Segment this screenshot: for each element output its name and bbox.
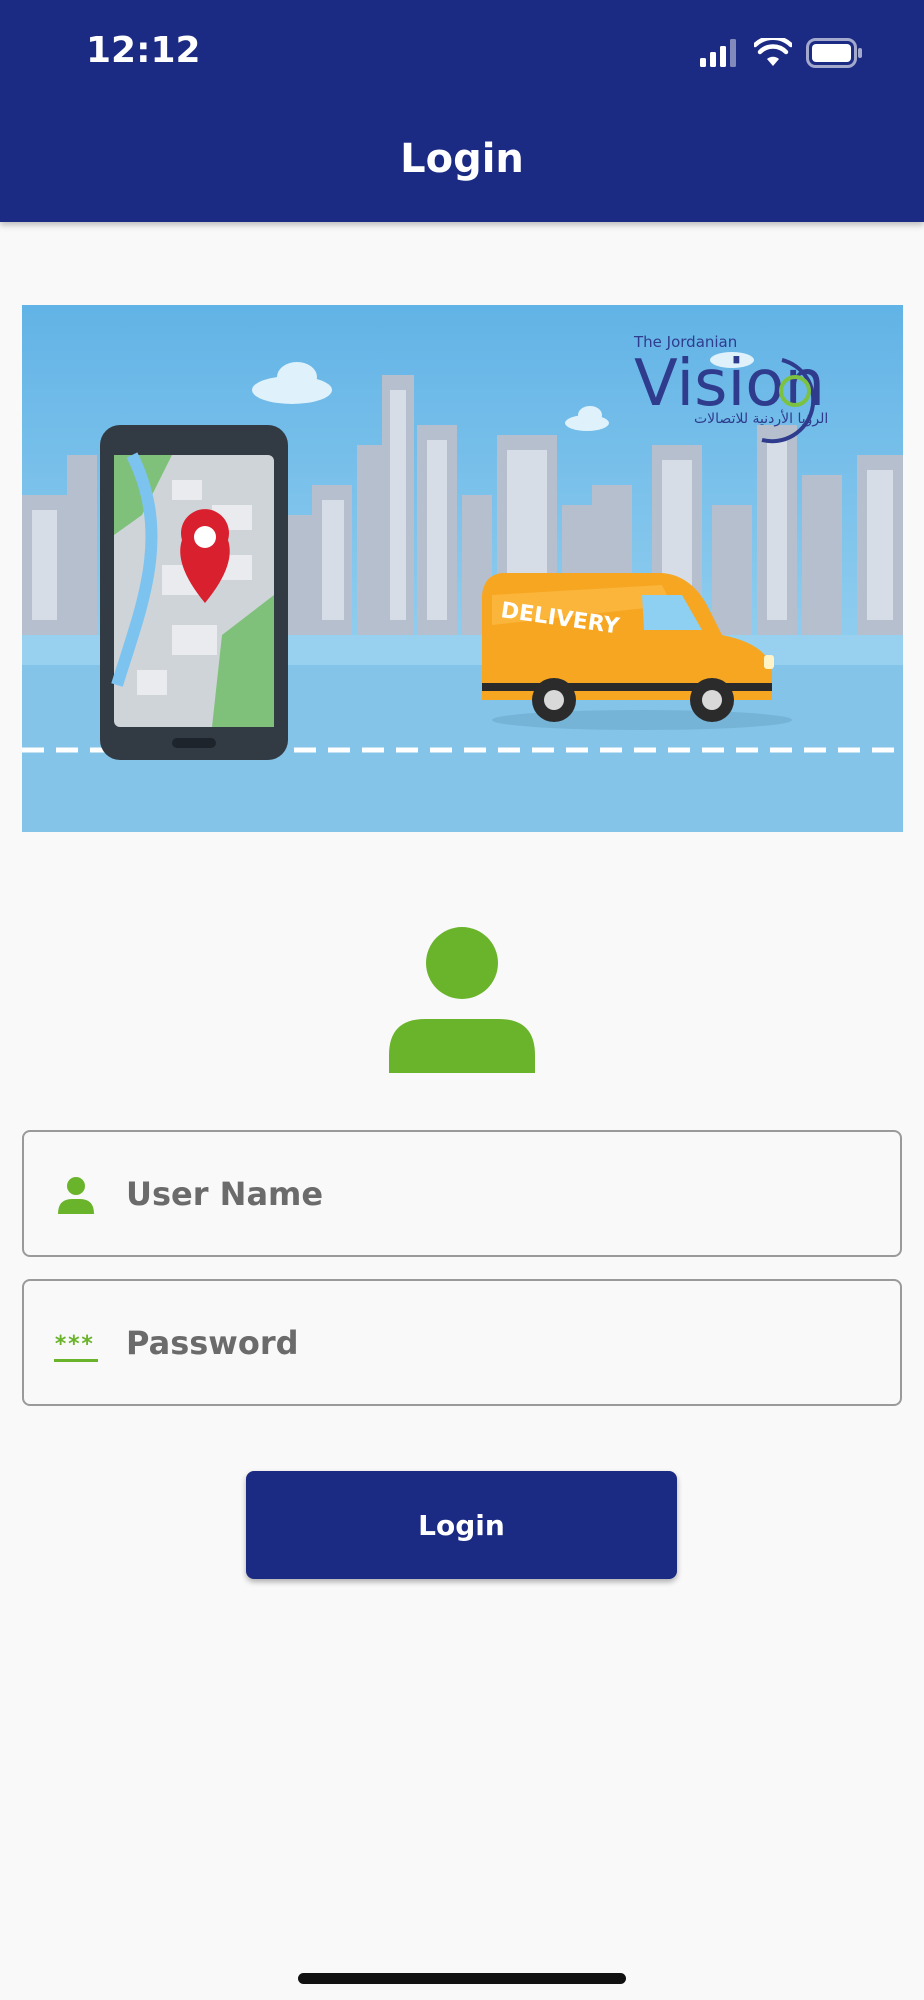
username-field[interactable] <box>22 1130 902 1257</box>
delivery-banner: DELIVERY The Jordanian Vision الرؤيا الأ… <box>22 305 903 832</box>
username-input[interactable] <box>126 1132 886 1255</box>
status-icons <box>700 36 864 70</box>
app-header: 12:12 Login <box>0 0 924 222</box>
login-button[interactable]: Login <box>246 1471 677 1579</box>
delivery-illustration: DELIVERY The Jordanian Vision الرؤيا الأ… <box>22 305 903 832</box>
status-time: 12:12 <box>86 30 201 71</box>
cellular-signal-icon <box>700 39 736 67</box>
battery-icon <box>806 38 862 68</box>
logo-arabic-text: الرؤيا الأردنية للاتصالات <box>694 409 828 427</box>
password-icon: *** <box>54 1332 98 1362</box>
password-input[interactable] <box>126 1281 886 1404</box>
password-field[interactable]: *** <box>22 1279 902 1406</box>
home-indicator <box>298 1973 626 1984</box>
wifi-icon <box>754 38 792 66</box>
page-title: Login <box>400 136 524 182</box>
svg-text:***: *** <box>54 1332 94 1357</box>
user-icon <box>58 1177 94 1214</box>
user-avatar-icon <box>389 927 535 1073</box>
logo-main-text: Vision <box>634 347 825 421</box>
